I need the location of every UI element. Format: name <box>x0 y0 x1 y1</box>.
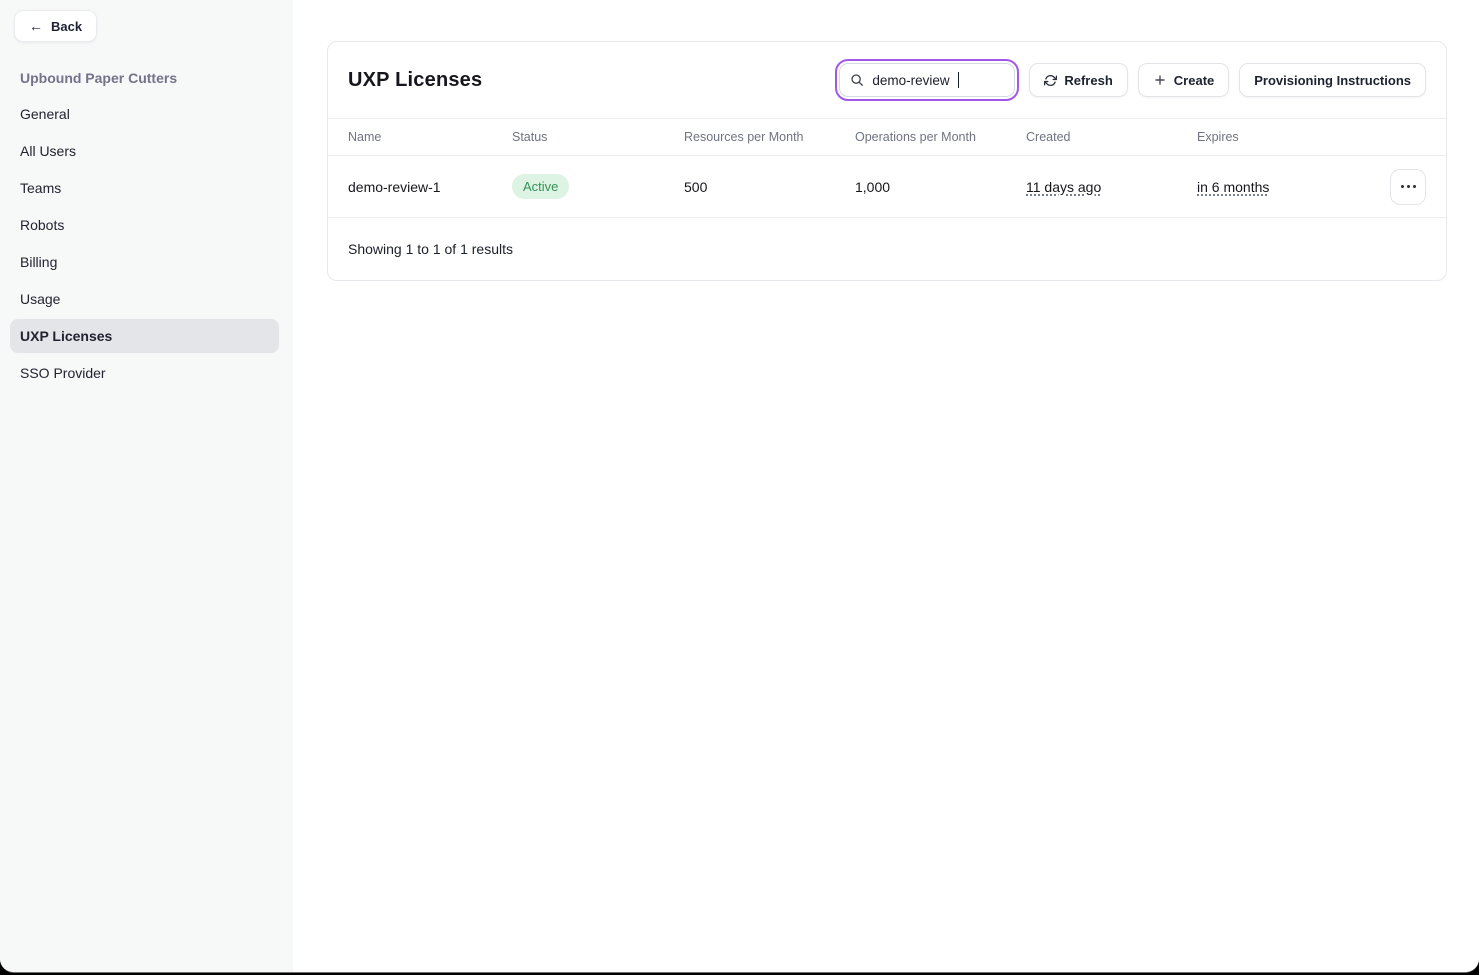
sidebar-item-robots[interactable]: Robots <box>10 208 279 242</box>
back-arrow-icon: ← <box>29 19 43 33</box>
created-value[interactable]: 11 days ago <box>1026 179 1101 195</box>
org-name: Upbound Paper Cutters <box>20 70 273 86</box>
table-row: demo-review-1 Active 500 1,000 11 days a… <box>328 156 1446 218</box>
card-header: UXP Licenses demo-review <box>328 42 1446 119</box>
license-name: demo-review-1 <box>348 179 512 195</box>
refresh-icon <box>1044 74 1057 87</box>
sidebar-item-billing[interactable]: Billing <box>10 245 279 279</box>
provisioning-instructions-label: Provisioning Instructions <box>1254 73 1411 88</box>
column-header-name: Name <box>348 130 512 144</box>
search-value: demo-review <box>872 73 949 88</box>
app-window: ← Back Upbound Paper Cutters General All… <box>0 0 1479 973</box>
refresh-button-label: Refresh <box>1064 73 1112 88</box>
ellipsis-icon <box>1401 185 1404 188</box>
sidebar-item-usage[interactable]: Usage <box>10 282 279 316</box>
column-header-status: Status <box>512 130 684 144</box>
operations-per-month-value: 1,000 <box>855 179 1026 195</box>
status-badge: Active <box>512 174 569 199</box>
back-button[interactable]: ← Back <box>14 10 97 42</box>
sidebar-item-general[interactable]: General <box>10 97 279 131</box>
sidebar-item-uxp-licenses[interactable]: UXP Licenses <box>10 319 279 353</box>
search-icon <box>850 73 864 87</box>
expires-value[interactable]: in 6 months <box>1197 179 1269 195</box>
provisioning-instructions-button[interactable]: Provisioning Instructions <box>1239 63 1426 97</box>
column-header-resources: Resources per Month <box>684 130 855 144</box>
page-title: UXP Licenses <box>348 69 482 92</box>
table-header-row: Name Status Resources per Month Operatio… <box>328 119 1446 156</box>
results-summary: Showing 1 to 1 of 1 results <box>328 218 1446 280</box>
sidebar-item-all-users[interactable]: All Users <box>10 134 279 168</box>
uxp-licenses-card: UXP Licenses demo-review <box>327 41 1447 281</box>
column-header-expires: Expires <box>1197 130 1382 144</box>
create-button-label: Create <box>1174 73 1214 88</box>
sidebar-nav: General All Users Teams Robots Billing U… <box>10 97 279 390</box>
text-cursor <box>958 72 960 88</box>
column-header-operations: Operations per Month <box>855 130 1026 144</box>
back-button-label: Back <box>51 19 82 34</box>
create-button[interactable]: Create <box>1138 63 1229 97</box>
row-actions-button[interactable] <box>1390 169 1426 205</box>
resources-per-month-value: 500 <box>684 179 855 195</box>
refresh-button[interactable]: Refresh <box>1029 63 1127 97</box>
plus-icon <box>1153 73 1167 87</box>
header-actions: demo-review Refresh <box>835 63 1426 97</box>
search-input[interactable]: demo-review <box>839 63 1015 97</box>
column-header-created: Created <box>1026 130 1197 144</box>
main-content: UXP Licenses demo-review <box>293 0 1479 972</box>
sidebar-item-teams[interactable]: Teams <box>10 171 279 205</box>
settings-sidebar: ← Back Upbound Paper Cutters General All… <box>0 0 293 972</box>
sidebar-item-sso-provider[interactable]: SSO Provider <box>10 356 279 390</box>
